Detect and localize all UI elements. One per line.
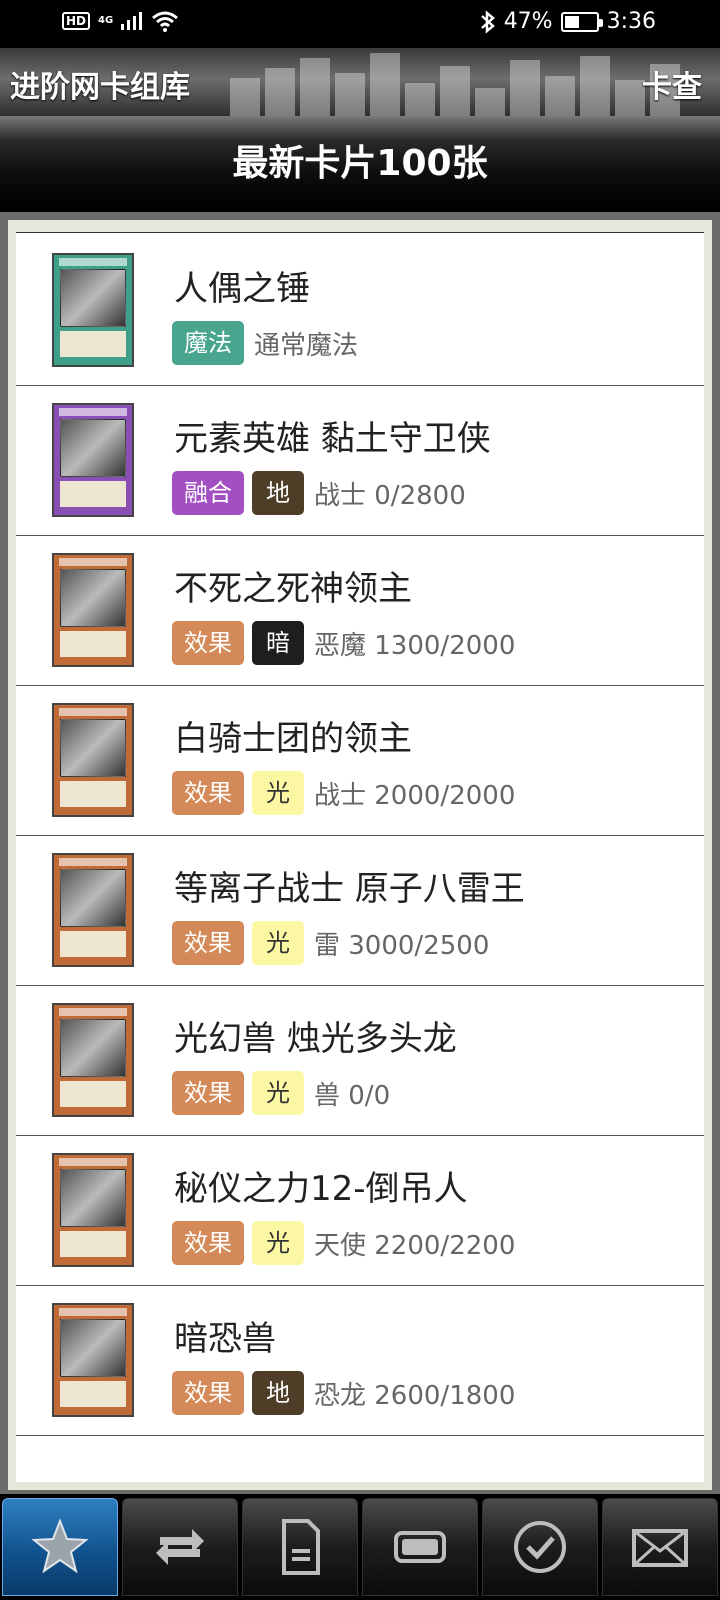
card-tags: 效果地恐龙 2600/1800 <box>172 1371 515 1415</box>
card-thumbnail <box>52 1303 134 1417</box>
card-row[interactable]: 人偶之锤魔法 通常魔法 <box>16 233 704 386</box>
mail-icon <box>632 1529 688 1567</box>
card-type-badge: 效果 <box>172 921 244 965</box>
card-tags: 魔法 通常魔法 <box>172 321 358 365</box>
card-attribute-badge: 光 <box>252 1071 304 1115</box>
card-name: 等离子战士 原子八雷王 <box>174 869 525 909</box>
card-name: 元素英雄 黏土守卫侠 <box>174 419 491 459</box>
card-thumbnail <box>52 1153 134 1267</box>
card-attribute-badge: 光 <box>252 771 304 815</box>
card-thumbnail <box>52 403 134 517</box>
card-list[interactable]: 人偶之锤 魔法 通常魔法 元素英雄 黏土守卫侠 融合地战士 0/2800 不死之死神领主效… <box>16 232 704 1482</box>
card-icon <box>394 1531 446 1563</box>
card-row[interactable]: 白骑士团的领主效果光战士 2000/2000 <box>16 683 704 836</box>
nav-button-mail[interactable] <box>602 1498 718 1596</box>
content-area: 人偶之锤 魔法 通常魔法 元素英雄 黏土守卫侠 融合地战士 0/2800 不死之死神领主效… <box>0 212 720 1494</box>
card-info: 战士 2000/2000 <box>314 780 516 811</box>
battery-icon <box>560 11 603 32</box>
card-name: 暗恐兽 <box>174 1319 276 1359</box>
bluetooth-icon <box>480 9 495 34</box>
card-thumbnail <box>52 553 134 667</box>
nav-button-star[interactable] <box>2 1498 118 1596</box>
card-tags: 效果光兽 0/0 <box>172 1071 390 1115</box>
check-circle-icon <box>514 1521 566 1573</box>
card-row[interactable]: 不死之死神领主效果暗恶魔 1300/2000 <box>16 533 704 686</box>
card-row[interactable]: 光幻兽 烛光多头龙效果光兽 0/0 <box>16 983 704 1136</box>
card-info: 雷 3000/2500 <box>314 930 490 961</box>
card-name: 秘仪之力12-倒吊人 <box>174 1169 468 1209</box>
card-row[interactable]: 秘仪之力12-倒吊人效果光天使 2200/2200 <box>16 1133 704 1286</box>
card-tags: 融合地战士 0/2800 <box>172 471 466 515</box>
nav-button-document[interactable] <box>242 1498 358 1596</box>
card-type-badge: 效果 <box>172 621 244 665</box>
card-name: 光幻兽 烛光多头龙 <box>174 1019 457 1059</box>
card-attribute-badge: 地 <box>252 471 304 515</box>
card-thumbnail <box>52 1003 134 1117</box>
app-title: 进阶网卡组库 <box>10 70 190 105</box>
card-thumbnail <box>52 703 134 817</box>
card-attribute-badge: 光 <box>252 921 304 965</box>
card-tags: 效果光雷 3000/2500 <box>172 921 489 965</box>
card-tags: 效果光天使 2200/2200 <box>172 1221 515 1265</box>
list-frame: 人偶之锤 魔法 通常魔法 元素英雄 黏土守卫侠 融合地战士 0/2800 不死之死神领主效… <box>8 220 712 1490</box>
nav-button-refresh[interactable] <box>122 1498 238 1596</box>
card-info: 恐龙 2600/1800 <box>314 1380 516 1411</box>
wifi-icon <box>152 11 179 32</box>
card-name: 白骑士团的领主 <box>174 719 412 759</box>
card-type-badge: 效果 <box>172 771 244 815</box>
card-thumbnail <box>52 253 134 367</box>
clock: 3:36 <box>606 9 656 34</box>
card-thumbnail <box>52 853 134 967</box>
card-row[interactable]: 等离子战士 原子八雷王效果光雷 3000/2500 <box>16 833 704 986</box>
chart-background-decoration <box>230 53 680 116</box>
card-type-badge: 魔法 <box>172 321 244 365</box>
card-attribute-badge: 暗 <box>252 621 304 665</box>
card-name: 人偶之锤 <box>174 269 310 309</box>
network-label: 4G <box>98 15 114 26</box>
card-info: 通常魔法 <box>254 330 359 361</box>
nav-button-card[interactable] <box>362 1498 478 1596</box>
card-type-badge: 效果 <box>172 1371 244 1415</box>
card-info: 天使 2200/2200 <box>314 1230 516 1261</box>
card-name: 不死之死神领主 <box>174 569 412 609</box>
card-tags: 效果光战士 2000/2000 <box>172 771 515 815</box>
refresh-icon <box>156 1529 204 1565</box>
card-info: 恶魔 1300/2000 <box>314 630 516 661</box>
card-attribute-badge: 光 <box>252 1221 304 1265</box>
section-header: 最新卡片100张 <box>0 116 720 212</box>
document-icon <box>282 1519 320 1575</box>
card-type-badge: 效果 <box>172 1071 244 1115</box>
card-row[interactable]: 元素英雄 黏土守卫侠融合地战士 0/2800 <box>16 383 704 536</box>
star-icon <box>31 1518 89 1574</box>
battery-percent: 47% <box>503 9 553 34</box>
card-attribute-badge: 地 <box>252 1371 304 1415</box>
card-type-badge: 效果 <box>172 1221 244 1265</box>
app-header: 进阶网卡组库 卡查 <box>0 48 720 116</box>
status-bar: HD 4G 47% 3:36 <box>0 0 720 48</box>
section-title: 最新卡片100张 <box>232 143 488 184</box>
card-type-badge: 融合 <box>172 471 244 515</box>
card-info: 兽 0/0 <box>314 1080 391 1111</box>
bottom-nav <box>0 1494 720 1600</box>
signal-icon <box>121 12 143 30</box>
hd-badge: HD <box>62 12 91 30</box>
card-search-button[interactable]: 卡查 <box>642 62 702 106</box>
card-info: 战士 0/2800 <box>314 480 466 511</box>
card-row[interactable]: 暗恐兽效果地恐龙 2600/1800 <box>16 1283 704 1436</box>
nav-button-check-circle[interactable] <box>482 1498 598 1596</box>
card-tags: 效果暗恶魔 1300/2000 <box>172 621 515 665</box>
